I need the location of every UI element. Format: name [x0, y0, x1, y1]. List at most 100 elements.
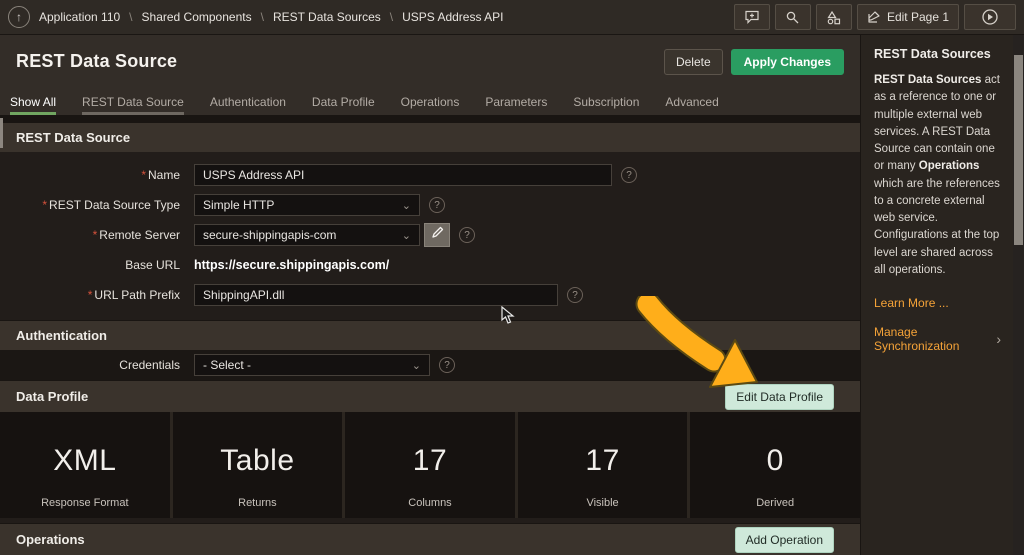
stat-value: Table [220, 444, 295, 477]
main-content: REST Data Source Delete Apply Changes Sh… [0, 35, 860, 555]
page-header: REST Data Source Delete Apply Changes [0, 35, 860, 88]
help-text: act as a reference to one or multiple ex… [874, 74, 1000, 173]
top-bar-actions: Edit Page 1 [733, 4, 1016, 30]
data-profile-stats: XML Response Format Table Returns 17 Col… [0, 412, 860, 518]
spotlight-icon [785, 10, 800, 25]
section-rest-data-source: REST Data Source [0, 122, 860, 152]
breadcrumb-separator: \ [129, 10, 133, 24]
chevron-down-icon: ⌄ [401, 199, 411, 212]
base-url-row: Base URL https://secure.shippingapis.com… [0, 250, 860, 280]
shared-components-button[interactable] [815, 4, 852, 30]
help-icon[interactable]: ? [429, 197, 445, 213]
shapes-icon [826, 10, 842, 25]
help-sidebar: REST Data Sources REST Data Sources act … [860, 35, 1013, 555]
name-row: Name ? [0, 160, 860, 190]
breadcrumb: ↑ Application 110 \ Shared Components \ … [8, 6, 504, 28]
tab-operations[interactable]: Operations [401, 88, 460, 115]
credentials-row: Credentials - Select - ⌄ ? [0, 350, 860, 380]
edit-pencil-icon [867, 10, 881, 24]
edit-data-profile-button[interactable]: Edit Data Profile [725, 383, 834, 410]
delete-button[interactable]: Delete [663, 48, 723, 75]
credentials-select[interactable]: - Select - ⌄ [194, 354, 430, 376]
url-path-prefix-row: URL Path Prefix ? [0, 280, 860, 310]
stat-label: Columns [408, 497, 452, 509]
left-scrollbar-fragment[interactable] [0, 118, 3, 148]
add-operation-button[interactable]: Add Operation [734, 526, 834, 553]
stat-label: Returns [238, 497, 277, 509]
chevron-right-icon: › [996, 331, 1001, 347]
help-bold-term: REST Data Sources [874, 74, 982, 86]
manage-synchronization-label: Manage Synchronization [874, 325, 960, 353]
rest-data-source-form: Name ? REST Data Source Type Simple HTTP… [0, 152, 860, 320]
spotlight-search-button[interactable] [774, 4, 811, 30]
page-title: REST Data Source [16, 51, 178, 71]
url-path-prefix-input[interactable] [194, 284, 558, 306]
base-url-label: Base URL [125, 258, 180, 272]
learn-more-link[interactable]: Learn More ... [874, 296, 1001, 310]
type-label: REST Data Source Type [49, 198, 180, 212]
play-circle-icon [981, 8, 999, 26]
credentials-label: Credentials [119, 358, 180, 372]
stat-columns: 17 Columns [345, 412, 515, 518]
stat-value: 0 [766, 444, 784, 477]
comment-plus-icon [744, 10, 760, 24]
name-input[interactable] [194, 164, 612, 186]
region-tabs: Show All REST Data Source Authentication… [0, 88, 860, 115]
stat-returns: Table Returns [172, 412, 343, 518]
stat-value: 17 [585, 444, 620, 477]
breadcrumb-separator: \ [260, 10, 264, 24]
tab-divider [0, 115, 860, 122]
tab-authentication[interactable]: Authentication [210, 88, 286, 115]
stat-derived: 0 Derived [690, 412, 860, 518]
header-actions: Delete Apply Changes [663, 48, 844, 75]
remote-server-selected-value: secure-shippingapis-com [203, 228, 337, 242]
feedback-button[interactable] [733, 4, 770, 30]
rest-source-type-select[interactable]: Simple HTTP ⌄ [194, 194, 420, 216]
tab-rest-data-source[interactable]: REST Data Source [82, 88, 184, 115]
help-body: REST Data Sources act as a reference to … [874, 72, 1001, 279]
stat-label: Response Format [41, 497, 129, 509]
credentials-selected-value: - Select - [203, 358, 252, 372]
remote-server-select[interactable]: secure-shippingapis-com ⌄ [194, 224, 420, 246]
help-icon[interactable]: ? [439, 357, 455, 373]
breadcrumb-application[interactable]: Application 110 [39, 10, 120, 24]
manage-synchronization-link[interactable]: Manage Synchronization › [874, 325, 1001, 353]
run-page-button[interactable] [964, 4, 1016, 30]
edit-remote-server-button[interactable] [424, 223, 450, 247]
apply-changes-button[interactable]: Apply Changes [730, 48, 844, 75]
top-bar: ↑ Application 110 \ Shared Components \ … [0, 0, 1024, 35]
stat-value: 17 [412, 444, 448, 477]
tab-advanced[interactable]: Advanced [665, 88, 718, 115]
url-path-prefix-label: URL Path Prefix [94, 288, 180, 302]
operations-title: Operations [16, 532, 85, 547]
tab-show-all[interactable]: Show All [10, 88, 57, 115]
tab-parameters[interactable]: Parameters [485, 88, 547, 115]
help-icon[interactable]: ? [567, 287, 583, 303]
vertical-scrollbar[interactable] [1013, 35, 1024, 555]
section-operations: Operations Add Operation [0, 523, 860, 555]
edit-page-button[interactable]: Edit Page 1 [856, 4, 959, 30]
stat-visible: 17 Visible [517, 412, 688, 518]
help-bold-term: Operations [918, 160, 980, 173]
stat-value: XML [53, 444, 117, 477]
scrollbar-thumb[interactable] [1014, 55, 1023, 245]
help-icon[interactable]: ? [459, 227, 475, 243]
up-arrow-icon[interactable]: ↑ [8, 6, 30, 28]
apex-rest-data-source-page: ↑ Application 110 \ Shared Components \ … [0, 0, 1024, 555]
chevron-down-icon: ⌄ [411, 359, 421, 372]
breadcrumb-separator: \ [389, 10, 394, 24]
type-row: REST Data Source Type Simple HTTP ⌄ ? [0, 190, 860, 220]
stat-label: Visible [586, 497, 619, 509]
section-authentication: Authentication [0, 320, 860, 350]
tab-data-profile[interactable]: Data Profile [312, 88, 375, 115]
breadcrumb-shared-components[interactable]: Shared Components [142, 10, 252, 24]
data-profile-title: Data Profile [16, 389, 89, 404]
breadcrumb-rest-data-sources[interactable]: REST Data Sources [273, 10, 381, 24]
edit-page-label: Edit Page 1 [886, 10, 949, 24]
chevron-down-icon: ⌄ [401, 229, 411, 242]
tab-subscription[interactable]: Subscription [573, 88, 639, 115]
base-url-value: https://secure.shippingapis.com/ [194, 258, 390, 272]
help-icon[interactable]: ? [621, 167, 637, 183]
help-title: REST Data Sources [874, 47, 991, 61]
required-marker [141, 168, 148, 182]
